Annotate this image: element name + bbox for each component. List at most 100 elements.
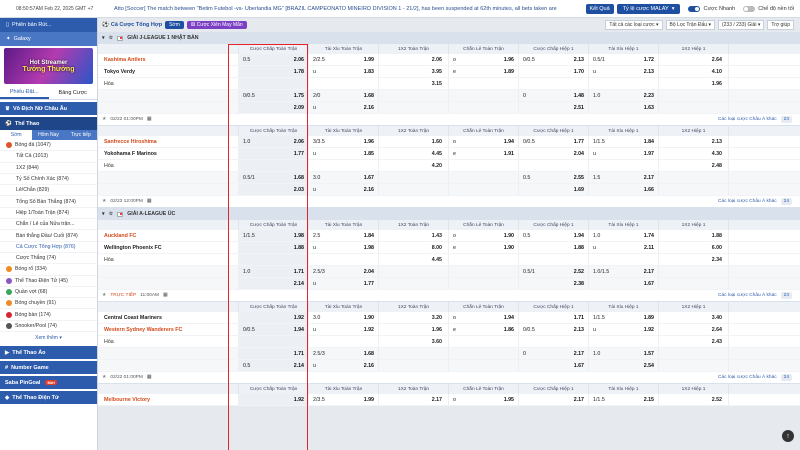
sidebar-item[interactable]: Thể Thao Điện Tử (45) (0, 276, 97, 287)
1x2-h1-cell[interactable] (658, 360, 728, 371)
sidebar-item[interactable]: Tổng Số Bàn Thắng (874) (0, 196, 97, 208)
handicap-cell[interactable]: 1.0 2.06 (238, 136, 308, 147)
more-count[interactable]: 24 (780, 116, 792, 123)
over-under-cell[interactable]: 3.0 1.67 (308, 172, 378, 183)
1x2-h1-cell[interactable]: 1.88 (658, 230, 728, 241)
sidebar-item-pingoal[interactable]: Saba PinGoal Mới (0, 376, 97, 390)
lucky-parlay-button[interactable]: ⚄ Cược Xiên May Mắn (186, 21, 247, 29)
over-under-h1-cell[interactable]: 1.66 (588, 184, 658, 195)
handicap-cell[interactable]: 0.5 2.14 (238, 360, 308, 371)
sidebar-item-virtual[interactable]: ▶ Thể Thao Ảo (0, 346, 97, 360)
handicap-h1-cell[interactable]: 0.5 2.55 (518, 172, 588, 183)
1x2-cell[interactable]: 4.20 (378, 160, 448, 171)
over-under-cell[interactable]: u 2.16 (308, 360, 378, 371)
over-under-h1-cell[interactable]: 2.54 (588, 360, 658, 371)
1x2-cell[interactable]: 2.06 (378, 54, 448, 65)
1x2-h1-cell[interactable]: 6.00 (658, 242, 728, 253)
match-filter[interactable]: Bộ Lọc Trận Đấu ▾ (665, 20, 715, 30)
handicap-cell[interactable] (238, 254, 308, 265)
1x2-cell[interactable] (378, 360, 448, 371)
news-ticker[interactable]: Atto [Soccer] The match between "Betim F… (100, 6, 583, 12)
over-under-h1-cell[interactable] (588, 336, 658, 347)
1x2-cell[interactable]: 1.43 (378, 230, 448, 241)
1x2-h1-cell[interactable] (658, 184, 728, 195)
1x2-cell[interactable] (378, 266, 448, 277)
sidebar-item[interactable]: Bóng chuyền (91) (0, 298, 97, 310)
tab-live[interactable]: Trực tiếp (65, 130, 97, 140)
see-more-link[interactable]: Xem thêm ▾ (0, 332, 97, 344)
handicap-cell[interactable]: 1.78 (238, 66, 308, 77)
stats-icon[interactable]: ▦ (147, 117, 152, 122)
over-under-cell[interactable]: u 1.92 (308, 324, 378, 335)
1x2-cell[interactable]: 3.15 (378, 78, 448, 89)
handicap-h1-cell[interactable] (518, 254, 588, 265)
over-under-cell[interactable]: u 1.77 (308, 278, 378, 289)
handicap-h1-cell[interactable]: 2.04 (518, 148, 588, 159)
tab-bet-list[interactable]: Bảng Cược (49, 86, 98, 99)
handicap-cell[interactable] (238, 336, 308, 347)
star-icon[interactable]: ★ (102, 375, 106, 380)
handicap-h1-cell[interactable]: 0 1.48 (518, 90, 588, 101)
1x2-h1-cell[interactable]: 2.43 (658, 336, 728, 347)
1x2-cell[interactable]: 1.96 (378, 324, 448, 335)
1x2-h1-cell[interactable]: 2.13 (658, 136, 728, 147)
more-count[interactable]: 24 (780, 292, 792, 299)
1x2-cell[interactable] (378, 184, 448, 195)
1x2-cell[interactable] (378, 172, 448, 183)
handicap-h1-cell[interactable]: 1.70 (518, 66, 588, 77)
over-under-h1-cell[interactable]: 1.0 2.23 (588, 90, 658, 101)
1x2-cell[interactable]: 3.95 (378, 66, 448, 77)
sidebar-item[interactable]: Chẵn / Lẻ của Nửa trận... (0, 219, 97, 231)
handicap-cell[interactable]: 1.71 (238, 348, 308, 359)
over-under-h1-cell[interactable]: 1.0/1.5 2.17 (588, 266, 658, 277)
handicap-h1-cell[interactable]: 1.88 (518, 242, 588, 253)
odd-even-cell[interactable] (448, 172, 518, 183)
sidebar-item[interactable]: Cả Cược Tổng Hợp (876) (0, 242, 97, 253)
1x2-cell[interactable]: 8.00 (378, 242, 448, 253)
1x2-cell[interactable]: 3.20 (378, 312, 448, 323)
odd-even-cell[interactable]: e 1.89 (448, 66, 518, 77)
over-under-cell[interactable]: 2/0 1.68 (308, 90, 378, 101)
odd-even-cell[interactable]: o 1.96 (448, 54, 518, 65)
odd-even-cell[interactable] (448, 360, 518, 371)
star-icon[interactable]: ★ (102, 117, 106, 122)
1x2-h1-cell[interactable] (658, 102, 728, 113)
sidebar-item[interactable]: Quần vợt (68) (0, 287, 97, 299)
over-under-cell[interactable] (308, 254, 378, 265)
odd-even-cell[interactable]: o 1.90 (448, 230, 518, 241)
scroll-top-button[interactable]: ↑ (782, 430, 794, 442)
over-under-h1-cell[interactable]: 0.5/1 1.72 (588, 54, 658, 65)
odd-even-cell[interactable]: e 1.86 (448, 324, 518, 335)
sidebar-item[interactable]: Bóng rổ (334) (0, 264, 97, 276)
sidebar-item-esports[interactable]: ◆ Thể Thao Điện Tử (0, 391, 97, 405)
help-button[interactable]: Trợ giúp (767, 20, 794, 30)
over-under-h1-cell[interactable]: 1.0 1.57 (588, 348, 658, 359)
1x2-h1-cell[interactable]: 4.10 (658, 66, 728, 77)
over-under-cell[interactable]: 2.5/3 1.68 (308, 348, 378, 359)
tab-early[interactable]: Sớm (0, 130, 33, 140)
more-bets-link[interactable]: Các loại cược Châu Á khác (718, 117, 777, 122)
handicap-cell[interactable]: 0/0.5 1.75 (238, 90, 308, 101)
odd-even-cell[interactable] (448, 278, 518, 289)
over-under-h1-cell[interactable]: 1/1.5 1.84 (588, 136, 658, 147)
handicap-cell[interactable]: 0/0.5 1.94 (238, 324, 308, 335)
sidebar-item[interactable]: Tỷ Số Chính Xác (874) (0, 174, 97, 186)
league-header[interactable]: ▾ ☆ GIẢI A-LEAGUE ÚC (98, 208, 800, 220)
over-under-cell[interactable]: 2/2.5 1.99 (308, 54, 378, 65)
handicap-cell[interactable]: 0.5/1 1.68 (238, 172, 308, 183)
1x2-h1-cell[interactable] (658, 172, 728, 183)
handicap-cell[interactable]: 1/1.5 1.98 (238, 230, 308, 241)
bet-type-filter[interactable]: Tất cả các loại cược ▾ (605, 20, 663, 30)
1x2-h1-cell[interactable]: 2.48 (658, 160, 728, 171)
sidebar-item[interactable]: Hiệp 1/Toàn Trận (874) (0, 208, 97, 220)
handicap-h1-cell[interactable]: 2.51 (518, 102, 588, 113)
more-bets-link[interactable]: Các loại cược Châu Á khác (718, 293, 777, 298)
handicap-h1-cell[interactable] (518, 160, 588, 171)
1x2-h1-cell[interactable]: 1.96 (658, 78, 728, 89)
dark-mode-toggle[interactable]: Chế độ nền tối (743, 5, 794, 12)
handicap-h1-cell[interactable]: 1.69 (518, 184, 588, 195)
handicap-h1-cell[interactable]: 1.67 (518, 360, 588, 371)
stats-icon[interactable]: ▦ (147, 199, 152, 204)
over-under-h1-cell[interactable]: u 1.97 (588, 148, 658, 159)
odd-even-cell[interactable] (448, 266, 518, 277)
